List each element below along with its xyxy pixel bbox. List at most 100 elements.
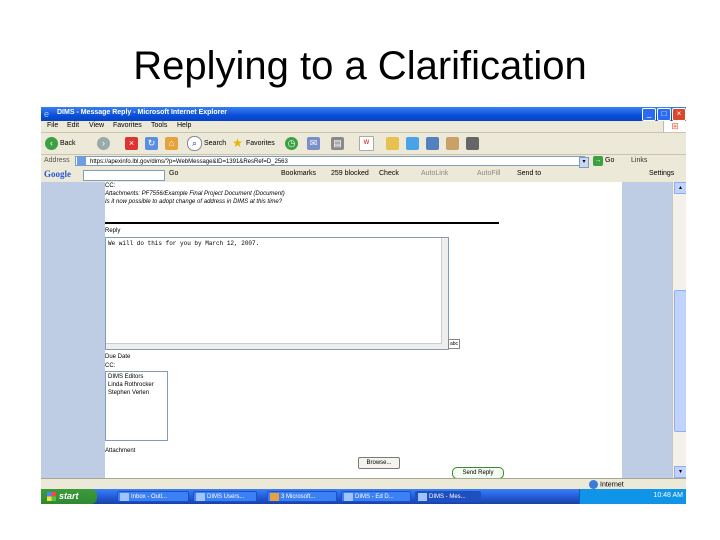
cc-option[interactable]: Linda Rothrocker (108, 382, 154, 388)
star-icon: ★ (232, 136, 243, 150)
message-cc-line: CC: (105, 183, 116, 189)
menu-help[interactable]: Help (177, 122, 191, 129)
system-tray: 10:48 AM (579, 489, 686, 504)
forward-arrow-icon: › (97, 137, 110, 150)
slide-title: Replying to a Clarification (133, 44, 587, 88)
discuss-button[interactable] (446, 136, 461, 151)
tools-icon (466, 137, 479, 150)
taskbar-item-outlook[interactable]: Inbox - Outl... (117, 491, 189, 502)
menu-file[interactable]: File (47, 122, 58, 129)
separator-line (105, 222, 499, 224)
refresh-icon: ↻ (145, 137, 158, 150)
messenger-icon (406, 137, 419, 150)
start-button[interactable]: start (41, 489, 97, 504)
scroll-thumb[interactable] (674, 290, 686, 432)
google-toolbar: Google Go Bookmarks 259 blocked Check Au… (41, 168, 686, 183)
cc-option[interactable]: DIMS Editors (108, 374, 143, 380)
research-button[interactable] (426, 136, 441, 151)
mail-icon: ✉ (307, 137, 320, 150)
taskbar-item-microsoft[interactable]: 3 Microsoft... (267, 491, 337, 502)
cc-option[interactable]: Stephen Verlen (108, 390, 149, 396)
messenger-button[interactable] (406, 136, 421, 151)
home-icon: ⌂ (165, 137, 178, 150)
reply-scrollbar[interactable] (441, 238, 448, 349)
popup-blocked-button[interactable]: 259 blocked (331, 170, 369, 177)
research-icon (426, 137, 439, 150)
bookmarks-button[interactable]: Bookmarks (281, 170, 316, 177)
address-bar: Address https://apexinfo.lbl.gov/dims/?p… (41, 155, 686, 169)
back-arrow-icon: ‹ (45, 137, 58, 150)
folder-button[interactable] (386, 136, 401, 151)
scroll-up-icon[interactable]: ▴ (674, 182, 686, 194)
taskbar: start Inbox - Outl... DIMS Users... 3 Mi… (41, 489, 686, 504)
scroll-down-icon[interactable]: ▾ (674, 466, 686, 478)
stop-button[interactable]: × (125, 136, 140, 151)
menu-edit[interactable]: Edit (67, 122, 79, 129)
page-content: CC: Attachments: PF7556/Example Final Pr… (41, 182, 686, 479)
reply-label: Reply (105, 228, 121, 234)
ie-icon: e (44, 109, 50, 119)
send-to-button[interactable]: Send to (517, 170, 541, 177)
address-dropdown-icon[interactable]: ▾ (579, 157, 589, 168)
history-button[interactable]: ◷ (285, 136, 300, 151)
attachment-label: Attachment (105, 448, 136, 454)
browse-button[interactable]: Browse... (358, 457, 400, 469)
history-icon: ◷ (285, 137, 298, 150)
forward-button[interactable]: › (97, 136, 112, 151)
taskbar-item-dims-ed[interactable]: DIMS - Ed D... (341, 491, 411, 502)
page-icon (77, 157, 86, 165)
check-button[interactable]: Check (379, 170, 399, 177)
folder-icon (386, 137, 399, 150)
outlook-icon (120, 493, 129, 501)
reply-textarea[interactable]: We will do this for you by March 12, 200… (105, 237, 449, 350)
browser-window: e DIMS - Message Reply - Microsoft Inter… (41, 107, 686, 504)
globe-icon (589, 480, 598, 489)
taskbar-item-dims-users[interactable]: DIMS Users... (193, 491, 257, 502)
mail-button[interactable]: ✉ (307, 136, 322, 151)
favorites-button[interactable]: ★ Favorites (231, 136, 275, 151)
address-label: Address (44, 157, 70, 164)
due-date-label: Due Date (105, 354, 131, 360)
pdf-button[interactable]: W (359, 136, 376, 151)
window-titlebar[interactable]: e DIMS - Message Reply - Microsoft Inter… (41, 107, 686, 121)
minimize-button[interactable]: _ (642, 108, 656, 121)
windows-logo-icon: ⊞ (663, 121, 686, 132)
google-search-input[interactable] (83, 170, 165, 181)
cc-label: CC: (105, 363, 116, 369)
left-page-band (41, 182, 105, 478)
maximize-button[interactable]: □ (657, 108, 671, 121)
google-go-button[interactable]: Go (169, 170, 178, 177)
pdf-icon: W (359, 136, 374, 151)
cc-listbox[interactable]: DIMS Editors Linda Rothrocker Stephen Ve… (105, 371, 168, 441)
reply-hscrollbar[interactable] (106, 343, 442, 349)
search-icon: ⌕ (187, 136, 202, 151)
autofill-button[interactable]: AutoFill (477, 170, 500, 177)
menu-tools[interactable]: Tools (151, 122, 167, 129)
powerpoint-icon (270, 493, 279, 501)
links-button[interactable]: Links (631, 157, 647, 164)
taskbar-item-dims-message[interactable]: DIMS - Mes... (415, 491, 481, 502)
close-button[interactable]: × (672, 108, 686, 121)
refresh-button[interactable]: ↻ (145, 136, 160, 151)
ie-icon (344, 493, 353, 501)
page-scrollbar[interactable]: ▴ ▾ (672, 182, 686, 478)
google-logo: Google (44, 169, 71, 179)
search-button[interactable]: ⌕ Search (187, 136, 226, 151)
menu-view[interactable]: View (89, 122, 104, 129)
autolink-button[interactable]: AutoLink (421, 170, 448, 177)
right-page-band (622, 182, 672, 478)
stop-icon: × (125, 137, 138, 150)
clock[interactable]: 10:48 AM (653, 492, 683, 499)
address-input[interactable]: https://apexinfo.lbl.gov/dims/?p=WebMess… (75, 156, 585, 166)
google-settings-button[interactable]: Settings (649, 170, 674, 177)
go-button[interactable]: → Go (593, 156, 614, 166)
ie-icon (196, 493, 205, 501)
discuss-icon (446, 137, 459, 150)
home-button[interactable]: ⌂ (165, 136, 180, 151)
back-button[interactable]: ‹ Back (45, 136, 76, 151)
ie-icon (418, 493, 427, 501)
spellcheck-icon[interactable]: abc (448, 339, 460, 349)
tools-extra-button[interactable] (466, 136, 481, 151)
print-button[interactable]: ▤ (331, 136, 346, 151)
menu-favorites[interactable]: Favorites (113, 122, 142, 129)
